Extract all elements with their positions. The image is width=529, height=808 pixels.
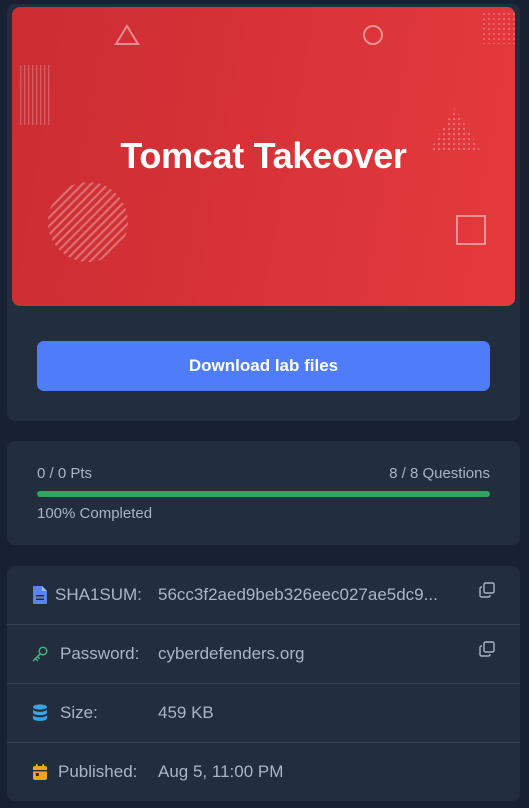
lab-info-card: SHA1SUM: 56cc3f2aed9beb326eec027ae5dc9..… [7,566,520,801]
file-icon [33,586,47,604]
published-row: Published: Aug 5, 11:00 PM [7,743,520,801]
completion-text: 100% Completed [37,505,153,522]
password-value: cyberdefenders.org [158,644,305,663]
calendar-icon [33,764,47,780]
lab-banner: Tomcat Takeover [12,7,515,306]
points-text: 0 / 0 Pts [37,465,93,482]
progress-bar-fill [37,491,490,497]
progress-bar [37,491,490,497]
key-icon [32,646,48,662]
sha1sum-row: SHA1SUM: 56cc3f2aed9beb326eec027ae5dc9..… [7,566,520,624]
copy-icon[interactable] [479,641,495,657]
sha1sum-label: SHA1SUM: [55,585,142,604]
progress-card: 0 / 0 Pts 8 / 8 Questions 100% Completed [7,441,520,545]
password-label: Password: [60,644,140,663]
copy-icon[interactable] [479,582,495,598]
lab-title: Tomcat Takeover [120,135,407,176]
published-label: Published: [58,762,138,781]
password-row: Password: cyberdefenders.org [7,625,520,683]
published-value: Aug 5, 11:00 PM [158,762,284,781]
sha1sum-value: 56cc3f2aed9beb326eec027ae5dc9... [158,585,438,604]
database-icon [33,704,47,721]
size-row: Size: 459 KB [7,684,520,742]
questions-text: 8 / 8 Questions [389,465,490,482]
size-value: 459 KB [158,703,214,722]
download-lab-files-button[interactable]: Download lab files [37,341,490,391]
lab-header-card: Tomcat Takeover Download lab files [7,4,520,421]
size-label: Size: [60,703,98,722]
